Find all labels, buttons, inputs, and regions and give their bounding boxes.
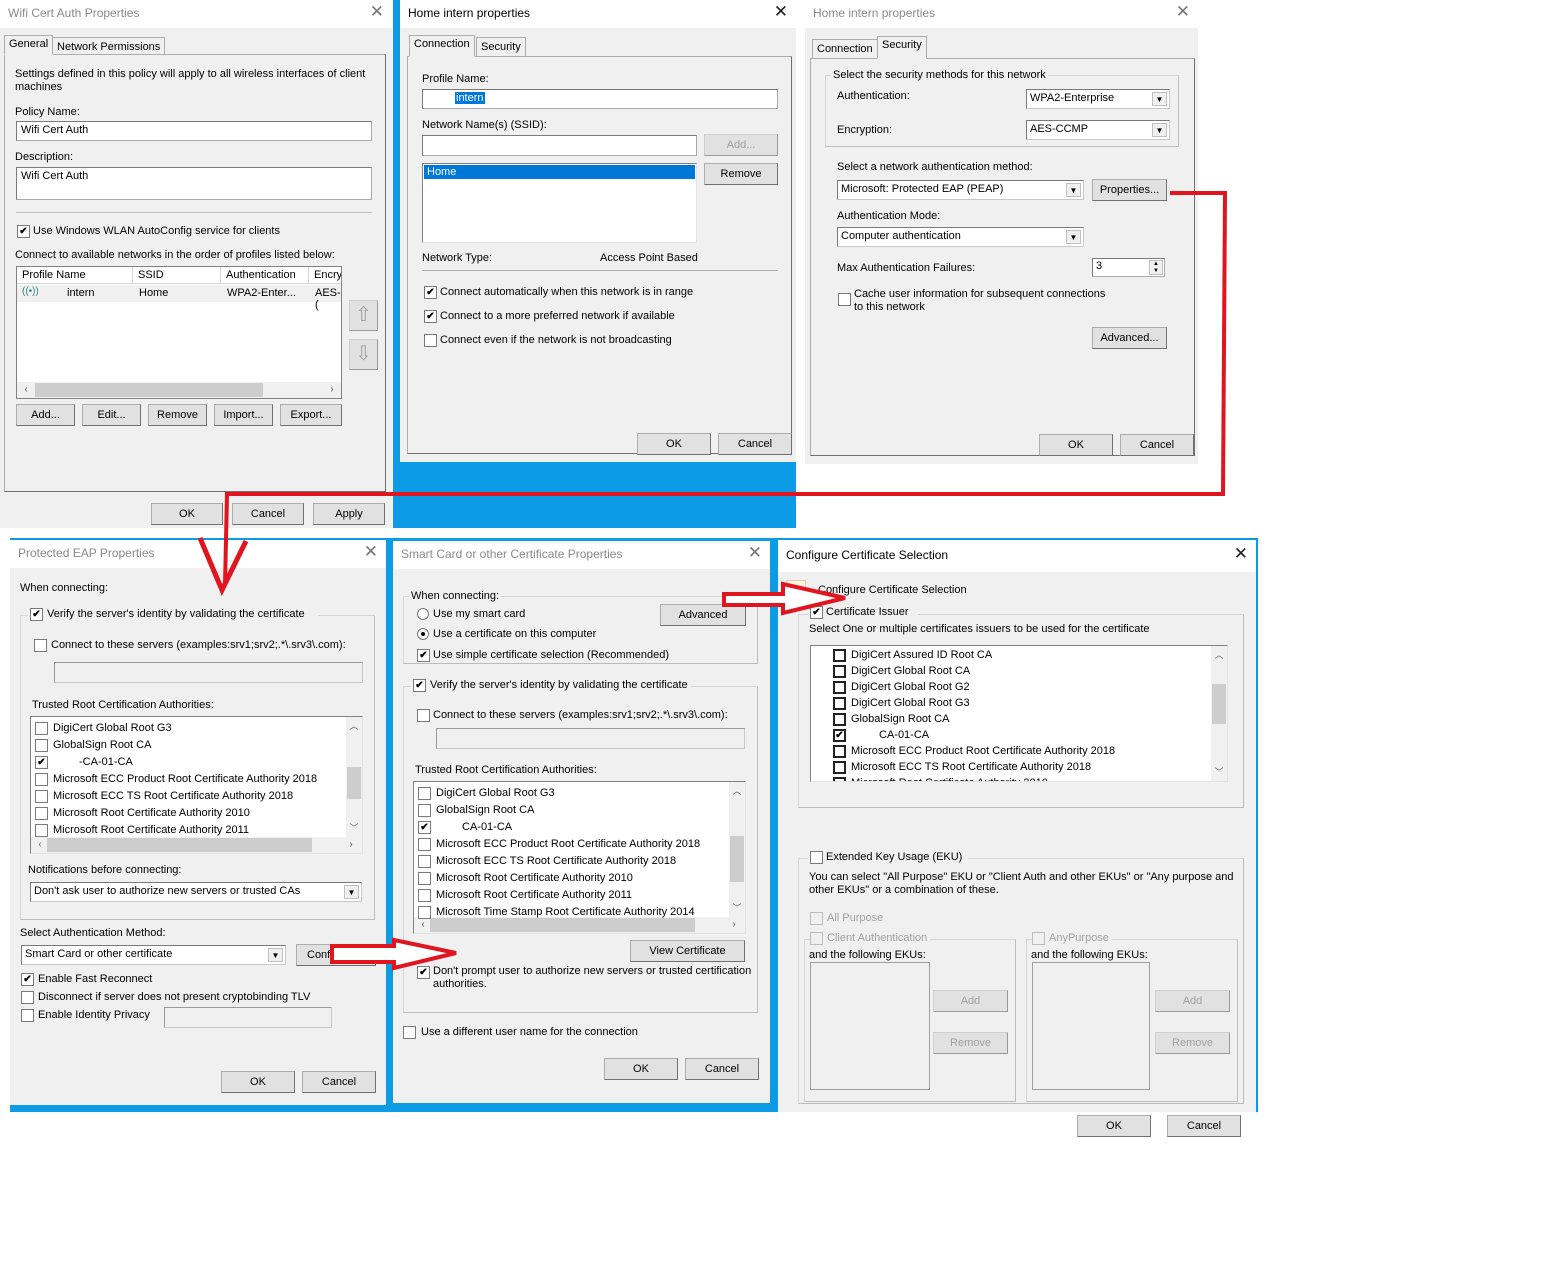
- tab-general[interactable]: General: [4, 35, 54, 55]
- right-arrow-icon: [722, 581, 846, 616]
- down-arrow-icon: [197, 537, 249, 597]
- annotation-layer: [197, 191, 1228, 971]
- tab-connection[interactable]: Connection: [409, 35, 475, 57]
- right-arrow-icon: [330, 937, 457, 971]
- tab-security[interactable]: Security: [877, 36, 927, 59]
- connector-line: [223, 191, 1228, 586]
